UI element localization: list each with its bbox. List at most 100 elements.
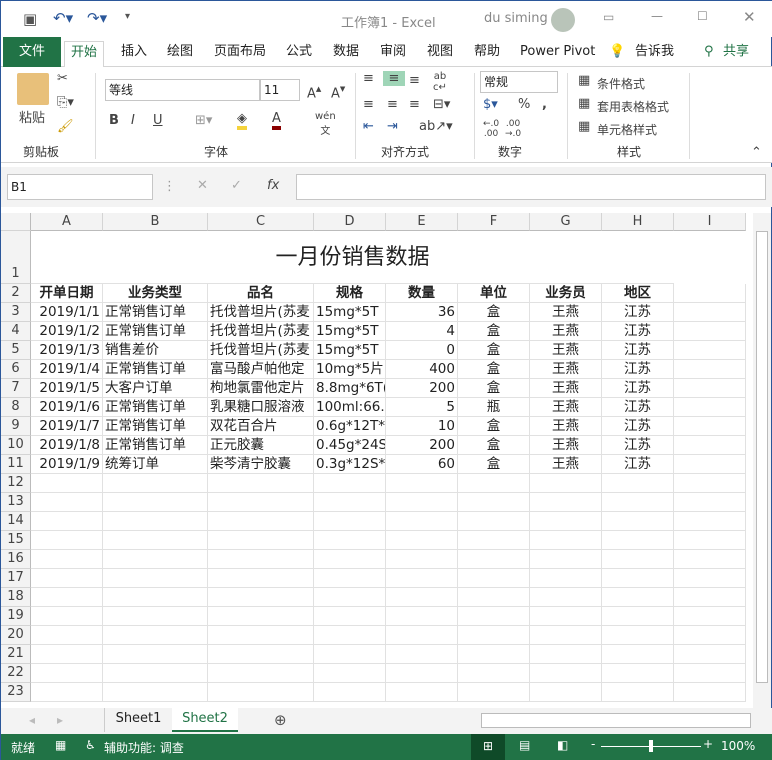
empty-cell[interactable] [530, 588, 602, 607]
empty-cell[interactable] [31, 512, 103, 531]
tell-me[interactable]: 告诉我 [635, 41, 674, 67]
zoom-slider-thumb[interactable] [649, 740, 653, 752]
empty-cell[interactable] [386, 588, 458, 607]
empty-cell[interactable] [386, 474, 458, 493]
data-cell[interactable]: 2019/1/5 [31, 379, 103, 398]
align-left-icon[interactable]: ≡ [363, 97, 374, 112]
empty-cell[interactable] [103, 664, 208, 683]
empty-cell[interactable] [208, 645, 314, 664]
column-header[interactable]: G [530, 213, 602, 231]
empty-cell[interactable] [314, 664, 386, 683]
column-header[interactable]: C [208, 213, 314, 231]
underline-button[interactable]: U [153, 113, 163, 128]
data-cell[interactable]: 15mg*5T [314, 322, 386, 341]
macro-record-icon[interactable]: ▦ [55, 738, 66, 752]
header-cell[interactable]: 数量 [386, 284, 458, 303]
formula-input[interactable] [296, 174, 766, 200]
data-cell[interactable]: 托伐普坦片(苏麦 [208, 303, 314, 322]
minimize-icon[interactable]: — [651, 9, 663, 23]
empty-cell[interactable] [458, 683, 530, 702]
decrease-decimal-icon[interactable]: .00 →.0 [505, 119, 521, 139]
add-sheet-icon[interactable]: ⊕ [274, 711, 287, 729]
row-header[interactable]: 16 [1, 550, 31, 569]
empty-cell[interactable] [674, 417, 746, 436]
save-icon[interactable]: ▣ [23, 10, 37, 28]
data-cell[interactable]: 江苏 [602, 322, 674, 341]
data-cell[interactable]: 盒 [458, 455, 530, 474]
paste-button[interactable]: 粘贴 [19, 107, 45, 126]
empty-cell[interactable] [208, 493, 314, 512]
increase-decimal-icon[interactable]: ←.0.00 [483, 119, 499, 139]
data-cell[interactable]: 正常销售订单 [103, 436, 208, 455]
data-cell[interactable]: 王燕 [530, 341, 602, 360]
data-cell[interactable]: 江苏 [602, 398, 674, 417]
empty-cell[interactable] [602, 607, 674, 626]
data-cell[interactable]: 王燕 [530, 455, 602, 474]
data-cell[interactable]: 盒 [458, 417, 530, 436]
data-cell[interactable]: 王燕 [530, 417, 602, 436]
empty-cell[interactable] [386, 550, 458, 569]
decrease-font-icon[interactable]: A▾ [331, 82, 345, 101]
data-cell[interactable]: 统筹订单 [103, 455, 208, 474]
empty-cell[interactable] [602, 683, 674, 702]
empty-cell[interactable] [386, 531, 458, 550]
data-cell[interactable]: 王燕 [530, 379, 602, 398]
customize-qat-icon[interactable]: ▾ [125, 11, 130, 22]
font-name-select[interactable]: 等线 [105, 79, 260, 101]
bold-button[interactable]: B [109, 113, 119, 128]
empty-cell[interactable] [208, 550, 314, 569]
data-cell[interactable]: 枸地氯雷他定片 [208, 379, 314, 398]
empty-cell[interactable] [386, 493, 458, 512]
empty-cell[interactable] [602, 493, 674, 512]
undo-icon[interactable]: ↶▾ [53, 9, 73, 27]
empty-cell[interactable] [314, 626, 386, 645]
empty-cell[interactable] [530, 512, 602, 531]
empty-cell[interactable] [386, 512, 458, 531]
empty-cell[interactable] [314, 645, 386, 664]
data-cell[interactable]: 江苏 [602, 455, 674, 474]
data-cell[interactable]: 盒 [458, 322, 530, 341]
row-header[interactable]: 15 [1, 531, 31, 550]
cut-icon[interactable]: ✂ [57, 71, 68, 86]
empty-cell[interactable] [602, 474, 674, 493]
empty-cell[interactable] [458, 664, 530, 683]
data-cell[interactable]: 正常销售订单 [103, 398, 208, 417]
empty-cell[interactable] [208, 588, 314, 607]
accounting-format-icon[interactable]: $▾ [483, 97, 498, 112]
conditional-format-button[interactable]: 条件格式 [597, 75, 645, 92]
empty-cell[interactable] [208, 626, 314, 645]
data-cell[interactable]: 5 [386, 398, 458, 417]
empty-cell[interactable] [602, 626, 674, 645]
enter-icon[interactable]: ✓ [231, 178, 242, 193]
empty-cell[interactable] [674, 512, 746, 531]
empty-cell[interactable] [314, 474, 386, 493]
row-header[interactable]: 13 [1, 493, 31, 512]
data-cell[interactable]: 0.3g*12S*2 [314, 455, 386, 474]
increase-indent-icon[interactable]: ⇥ [387, 119, 398, 134]
empty-cell[interactable] [530, 626, 602, 645]
data-cell[interactable]: 2019/1/4 [31, 360, 103, 379]
comma-button[interactable]: , [542, 97, 547, 112]
tab-home[interactable]: 开始 [64, 41, 105, 67]
empty-cell[interactable] [314, 569, 386, 588]
maximize-icon[interactable]: ☐ [697, 9, 708, 23]
data-cell[interactable]: 正常销售订单 [103, 322, 208, 341]
data-cell[interactable]: 盒 [458, 360, 530, 379]
data-cell[interactable]: 盒 [458, 341, 530, 360]
data-cell[interactable]: 0.6g*12T*2 [314, 417, 386, 436]
data-cell[interactable]: 36 [386, 303, 458, 322]
paste-icon[interactable] [17, 73, 49, 105]
empty-cell[interactable] [674, 493, 746, 512]
empty-cell[interactable] [208, 474, 314, 493]
data-cell[interactable]: 王燕 [530, 398, 602, 417]
empty-cell[interactable] [386, 645, 458, 664]
data-cell[interactable]: 江苏 [602, 417, 674, 436]
empty-cell[interactable] [103, 512, 208, 531]
empty-cell[interactable] [31, 683, 103, 702]
empty-cell[interactable] [103, 474, 208, 493]
font-size-select[interactable]: 11 [260, 79, 300, 101]
empty-cell[interactable] [458, 531, 530, 550]
data-cell[interactable]: 王燕 [530, 322, 602, 341]
empty-cell[interactable] [530, 569, 602, 588]
align-top-icon[interactable]: ≡ [363, 71, 374, 86]
